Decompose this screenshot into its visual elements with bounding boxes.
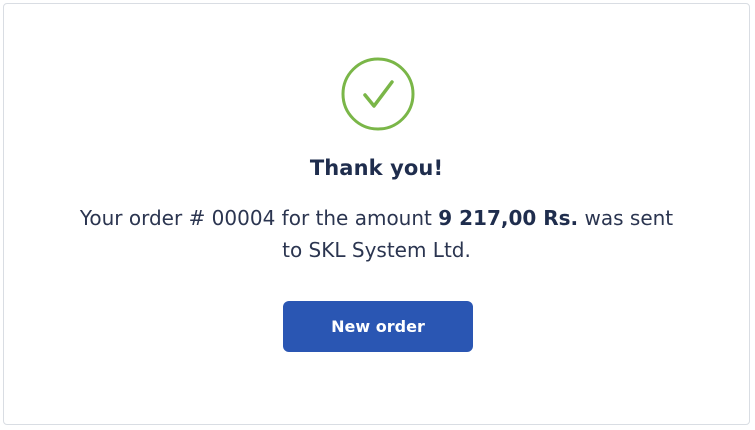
order-message-prefix: Your order # 00004 for the amount bbox=[79, 206, 439, 230]
order-message-suffix: to SKL System Ltd. bbox=[282, 238, 471, 262]
new-order-button[interactable]: New order bbox=[283, 301, 473, 352]
order-message: Your order # 00004 for the amount 9 217,… bbox=[44, 202, 709, 266]
check-circle-icon-svg bbox=[341, 57, 415, 131]
order-amount: 9 217,00 Rs. bbox=[438, 206, 579, 230]
order-message-mid: was sent bbox=[578, 206, 674, 230]
thank-you-title: Thank you! bbox=[309, 156, 444, 180]
order-confirmation-card: Thank you! Your order # 00004 for the am… bbox=[3, 3, 750, 425]
check-circle-icon bbox=[340, 56, 416, 132]
